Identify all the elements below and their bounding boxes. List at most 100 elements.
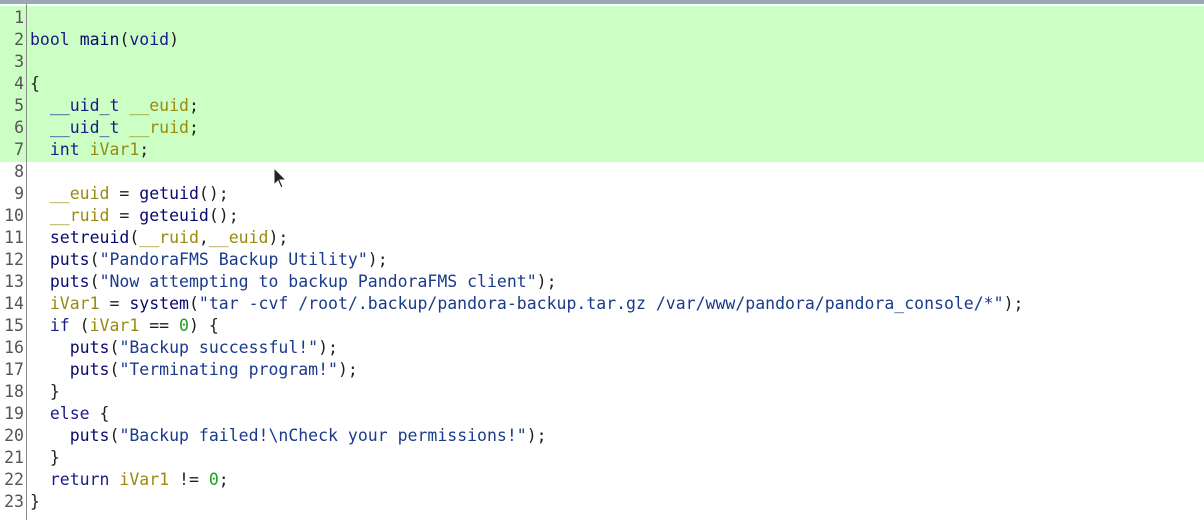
code-token[interactable]: puts [50, 250, 90, 269]
code-line[interactable]: 15 if (iVar1 == 0) { [0, 315, 1204, 337]
code-text[interactable]: return iVar1 != 0; [30, 469, 229, 491]
line-number: 12 [4, 250, 24, 269]
code-line[interactable]: 7 int iVar1; [0, 139, 1204, 161]
code-token[interactable]: iVar1 [119, 470, 169, 489]
code-line[interactable]: 21 } [0, 447, 1204, 469]
code-token: { [30, 74, 40, 93]
code-line[interactable]: 9 __euid = getuid(); [0, 183, 1204, 205]
code-token[interactable]: void [129, 30, 169, 49]
code-token: ( [109, 338, 120, 357]
code-token[interactable]: iVar1 [90, 140, 140, 159]
code-token: ( [89, 250, 100, 269]
code-token[interactable]: __ruid [139, 228, 199, 247]
code-line[interactable]: 6 __uid_t __ruid; [0, 117, 1204, 139]
code-token[interactable]: main [80, 30, 120, 49]
code-text[interactable]: puts("Terminating program!"); [30, 359, 358, 381]
code-text[interactable]: __euid = getuid(); [30, 183, 229, 205]
code-text[interactable]: { [30, 73, 40, 95]
code-token[interactable]: "PandoraFMS Backup Utility" [100, 250, 368, 269]
code-token[interactable]: system [129, 294, 189, 313]
code-text[interactable]: } [30, 491, 40, 513]
code-text[interactable]: puts("PandoraFMS Backup Utility"); [30, 249, 388, 271]
code-line[interactable]: 1 [0, 7, 1204, 29]
code-token[interactable]: "tar -cvf /root/.backup/pandora-backup.t… [199, 294, 1004, 313]
code-text[interactable]: puts("Backup successful!"); [30, 337, 338, 359]
code-token[interactable]: iVar1 [90, 316, 140, 335]
code-text[interactable]: setreuid(__ruid,__euid); [30, 227, 288, 249]
decompiler-view[interactable]: 1 2 bool main(void) 3 4{5 __uid_t __euid; 6 _… [0, 0, 1204, 520]
code-token[interactable]: "Backup successful!" [119, 338, 318, 357]
code-token[interactable]: puts [70, 426, 110, 445]
code-token[interactable]: __uid_t [50, 96, 120, 115]
code-token[interactable]: __uid_t [50, 118, 120, 137]
code-token: ; [188, 118, 199, 137]
code-line[interactable]: 14 iVar1 = system("tar -cvf /root/.backu… [0, 293, 1204, 315]
code-token[interactable]: setreuid [50, 228, 129, 247]
code-text[interactable]: else { [30, 403, 110, 425]
code-text[interactable]: __uid_t __ruid; [30, 117, 199, 139]
code-text[interactable]: puts("Now attempting to backup PandoraFM… [30, 271, 557, 293]
code-text[interactable]: } [30, 381, 60, 403]
code-token: ( [129, 228, 140, 247]
code-text[interactable]: if (iVar1 == 0) { [30, 315, 219, 337]
code-token: ( [109, 360, 120, 379]
code-line[interactable]: 8 [0, 161, 1204, 183]
code-line[interactable]: 10 __ruid = geteuid(); [0, 205, 1204, 227]
code-line[interactable]: 19 else { [0, 403, 1204, 425]
code-line[interactable]: 11 setreuid(__ruid,__euid); [0, 227, 1204, 249]
code-line[interactable]: 23} [0, 491, 1204, 513]
code-line[interactable]: 12 puts("PandoraFMS Backup Utility"); [0, 249, 1204, 271]
code-token[interactable]: 0 [179, 316, 189, 335]
code-token: ; [188, 96, 199, 115]
code-text[interactable]: int iVar1; [30, 139, 149, 161]
code-token: ( [69, 316, 90, 335]
code-token[interactable]: puts [70, 338, 110, 357]
code-line[interactable]: 22 return iVar1 != 0; [0, 469, 1204, 491]
code-token[interactable]: __euid [209, 228, 269, 247]
code-token[interactable]: __euid [50, 184, 110, 203]
line-number: 11 [4, 228, 24, 247]
code-text[interactable]: iVar1 = system("tar -cvf /root/.backup/p… [30, 293, 1024, 315]
code-line[interactable]: 18 } [0, 381, 1204, 403]
code-line[interactable]: 3 [0, 51, 1204, 73]
code-token[interactable]: if [50, 316, 70, 335]
code-line[interactable]: 16 puts("Backup successful!"); [0, 337, 1204, 359]
code-line[interactable]: 17 puts("Terminating program!"); [0, 359, 1204, 381]
code-line[interactable]: 20 puts("Backup failed!\nCheck your perm… [0, 425, 1204, 447]
code-token[interactable]: bool [30, 30, 70, 49]
code-text[interactable]: __uid_t __euid; [30, 95, 199, 117]
code-token[interactable]: int [50, 140, 80, 159]
code-line[interactable]: 13 puts("Now attempting to backup Pandor… [0, 271, 1204, 293]
code-text[interactable]: __ruid = geteuid(); [30, 205, 239, 227]
code-text[interactable]: } [30, 447, 60, 469]
code-token: (); [208, 206, 239, 225]
code-text[interactable]: puts("Backup failed!\nCheck your permiss… [30, 425, 547, 447]
code-token[interactable]: "Now attempting to backup PandoraFMS cli… [100, 272, 537, 291]
code-text[interactable]: bool main(void) [30, 29, 179, 51]
code-token[interactable]: "Backup failed!\nCheck your permissions!… [119, 426, 526, 445]
code-token[interactable]: __ruid [129, 118, 189, 137]
code-line[interactable]: 4{ [0, 73, 1204, 95]
code-token[interactable]: "Terminating program!" [119, 360, 338, 379]
code-token: ) [169, 30, 180, 49]
code-token[interactable]: __ruid [50, 206, 110, 225]
code-token[interactable]: geteuid [139, 206, 209, 225]
code-token[interactable]: iVar1 [50, 294, 100, 313]
code-line[interactable]: 2 bool main(void) [0, 29, 1204, 51]
code-token[interactable]: __euid [129, 96, 189, 115]
code-token[interactable]: return [50, 470, 110, 489]
code-token: != [169, 470, 209, 489]
code-token[interactable]: else [50, 404, 90, 423]
code-token[interactable]: puts [70, 360, 110, 379]
code-token[interactable]: 0 [209, 470, 219, 489]
code-line[interactable]: 5 __uid_t __euid; [0, 95, 1204, 117]
code-token[interactable]: puts [50, 272, 90, 291]
code-token[interactable]: getuid [139, 184, 199, 203]
code-token: { [89, 404, 110, 423]
